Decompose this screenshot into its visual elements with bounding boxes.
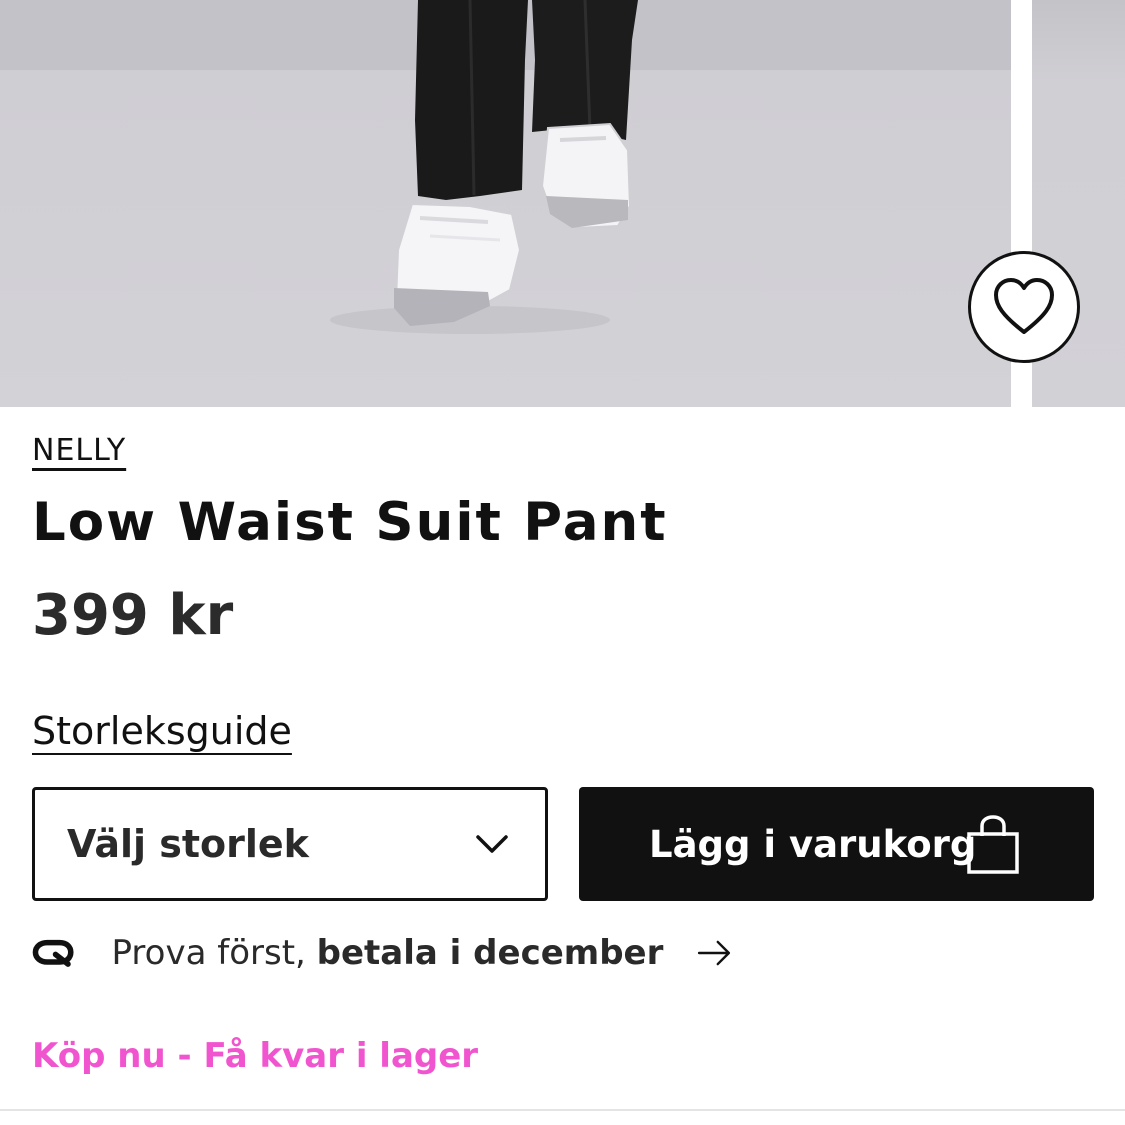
brand-link[interactable]: NELLY — [32, 433, 126, 468]
payment-option-row[interactable]: Prova först, betala i december — [32, 922, 732, 984]
product-photo[interactable] — [0, 0, 1011, 407]
add-to-cart-button[interactable]: Lägg i varukorg — [579, 787, 1094, 901]
heart-icon — [994, 278, 1054, 334]
product-image-carousel[interactable] — [0, 0, 1125, 407]
favorite-button[interactable] — [968, 251, 1080, 363]
product-title: Low Waist Suit Pant — [32, 492, 668, 553]
size-select-dropdown[interactable]: Välj storlek — [32, 787, 548, 901]
klarna-logo-icon — [32, 939, 74, 967]
size-select-label: Välj storlek — [67, 822, 309, 866]
shopping-bag-icon — [967, 815, 1019, 874]
payment-text-regular: Prova först, — [111, 933, 317, 973]
stock-status-note: Köp nu - Få kvar i lager — [32, 1036, 479, 1076]
payment-text-bold: betala i december — [316, 933, 664, 973]
arrow-right-icon — [698, 940, 731, 966]
size-guide-link[interactable]: Storleksguide — [32, 709, 292, 753]
add-to-cart-label: Lägg i varukorg — [649, 822, 977, 866]
chevron-down-icon — [476, 835, 508, 853]
product-photo-illustration — [330, 0, 638, 334]
payment-text: Prova först, betala i december — [112, 933, 664, 973]
product-price: 399 kr — [32, 583, 234, 648]
section-divider — [0, 1109, 1125, 1111]
